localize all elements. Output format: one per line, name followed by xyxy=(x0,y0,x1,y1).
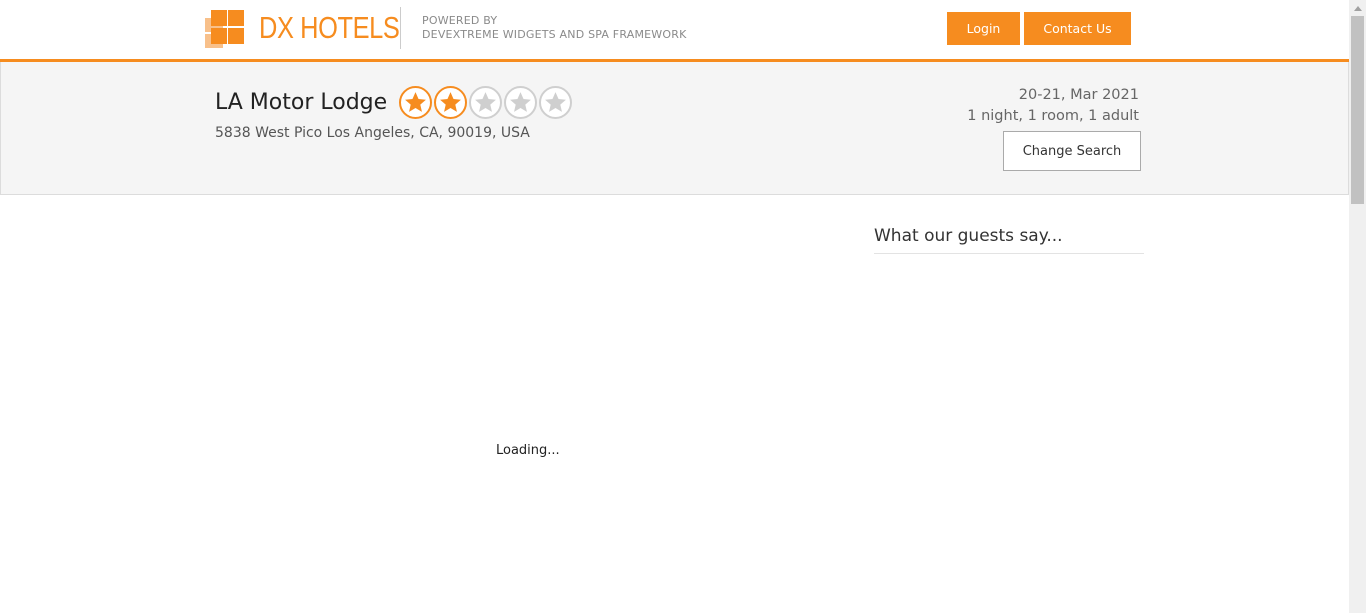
hotel-address: 5838 West Pico Los Angeles, CA, 90019, U… xyxy=(215,125,530,141)
search-summary: 20-21, Mar 2021 1 night, 1 room, 1 adult xyxy=(967,85,1139,127)
star-empty-icon xyxy=(469,86,502,119)
reviews-title: What our guests say... xyxy=(874,226,1144,254)
header-divider xyxy=(400,7,401,49)
star-empty-icon xyxy=(539,86,572,119)
scrollbar-thumb[interactable] xyxy=(1351,16,1364,204)
vertical-scrollbar[interactable] xyxy=(1349,0,1366,613)
hotel-rating xyxy=(399,86,572,119)
scroll-up-arrow-icon[interactable] xyxy=(1349,0,1366,16)
search-guests-summary: 1 night, 1 room, 1 adult xyxy=(967,108,1139,124)
star-empty-icon xyxy=(504,86,537,119)
loading-indicator: Loading... xyxy=(496,443,560,458)
powered-by-line1: POWERED BY xyxy=(422,14,498,27)
login-button[interactable]: Login xyxy=(947,12,1020,45)
search-dates: 20-21, Mar 2021 xyxy=(1018,87,1139,103)
hotel-info-band: LA Motor Lodge 5838 West Pico Los Angele… xyxy=(0,62,1349,195)
star-filled-icon xyxy=(399,86,432,119)
powered-by-text: POWERED BY DEVEXTREME WIDGETS AND SPA FR… xyxy=(422,14,687,42)
change-search-button[interactable]: Change Search xyxy=(1003,131,1141,171)
contact-us-button[interactable]: Contact Us xyxy=(1024,12,1131,45)
star-filled-icon xyxy=(434,86,467,119)
hotel-logo-icon[interactable] xyxy=(205,10,245,50)
powered-by-line2: DEVEXTREME WIDGETS AND SPA FRAMEWORK xyxy=(422,28,687,41)
site-header: DX HOTELS POWERED BY DEVEXTREME WIDGETS … xyxy=(0,0,1349,62)
brand-name[interactable]: DX HOTELS xyxy=(259,9,400,47)
hotel-name: LA Motor Lodge xyxy=(215,90,388,115)
